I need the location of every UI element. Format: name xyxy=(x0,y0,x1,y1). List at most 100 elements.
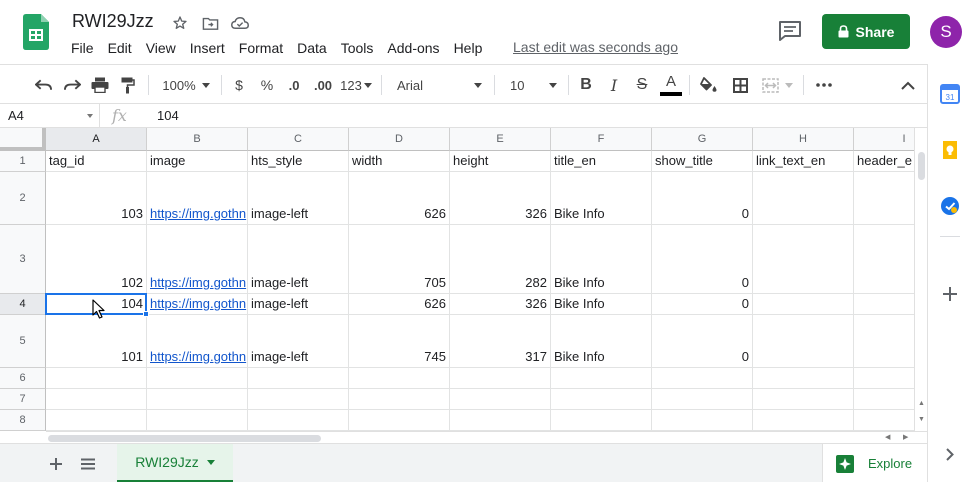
column-header-e[interactable]: E xyxy=(450,128,551,151)
percent-format-button[interactable]: % xyxy=(257,73,277,97)
fill-color-icon[interactable] xyxy=(698,73,720,97)
column-header-i[interactable]: I xyxy=(854,128,914,151)
cell-a8[interactable] xyxy=(46,410,147,431)
cell-d3[interactable]: 705 xyxy=(349,225,450,294)
cell-f8[interactable] xyxy=(551,410,652,431)
add-addon-icon[interactable] xyxy=(938,282,962,306)
cloud-saved-icon[interactable] xyxy=(228,12,252,34)
cell-d2[interactable]: 626 xyxy=(349,172,450,225)
column-header-c[interactable]: C xyxy=(248,128,349,151)
move-to-folder-icon[interactable] xyxy=(198,12,222,34)
collapse-icon[interactable] xyxy=(897,73,919,97)
horizontal-scrollbar[interactable]: ◀ ▶ xyxy=(46,431,927,443)
cell-e4[interactable]: 326 xyxy=(450,294,551,315)
cell-g2[interactable]: 0 xyxy=(652,172,753,225)
cell-value[interactable]: https://img.gothn xyxy=(150,296,246,311)
cell-e2[interactable]: 326 xyxy=(450,172,551,225)
cell-g4[interactable]: 0 xyxy=(652,294,753,315)
row-header-6[interactable]: 6 xyxy=(0,368,46,389)
cell-d1[interactable]: width xyxy=(349,151,450,172)
cell-d6[interactable] xyxy=(349,368,450,389)
paint-format-icon[interactable] xyxy=(117,73,139,97)
font-size-select[interactable]: 10 xyxy=(503,73,561,97)
column-header-b[interactable]: B xyxy=(147,128,248,151)
redo-icon[interactable] xyxy=(61,73,83,97)
cell-h1[interactable]: link_text_en xyxy=(753,151,854,172)
cell-a2[interactable]: 103 xyxy=(46,172,147,225)
formula-input[interactable]: 104 xyxy=(157,108,179,123)
menu-file[interactable]: File xyxy=(64,38,101,58)
row-header-4[interactable]: 4 xyxy=(0,294,46,315)
cell-b1[interactable]: image xyxy=(147,151,248,172)
cell-c1[interactable]: hts_style xyxy=(248,151,349,172)
sheet-tab[interactable]: RWI29Jzz xyxy=(117,444,233,482)
cell-value[interactable]: https://img.gothn xyxy=(150,206,246,221)
cell-f1[interactable]: title_en xyxy=(551,151,652,172)
user-avatar[interactable]: S xyxy=(930,16,962,48)
cell-c6[interactable] xyxy=(248,368,349,389)
calendar-icon[interactable]: 31 xyxy=(938,82,962,106)
row-header-3[interactable]: 3 xyxy=(0,225,46,294)
menu-format[interactable]: Format xyxy=(232,38,290,58)
cell-i4[interactable] xyxy=(854,294,914,315)
cell-i6[interactable] xyxy=(854,368,914,389)
cell-b4[interactable]: https://img.gothn xyxy=(147,294,248,315)
cell-i8[interactable] xyxy=(854,410,914,431)
cell-e6[interactable] xyxy=(450,368,551,389)
cell-g5[interactable]: 0 xyxy=(652,315,753,368)
tasks-icon[interactable] xyxy=(938,194,962,218)
cell-f7[interactable] xyxy=(551,389,652,410)
cell-d8[interactable] xyxy=(349,410,450,431)
cell-value[interactable]: https://img.gothn xyxy=(150,275,246,290)
cell-g6[interactable] xyxy=(652,368,753,389)
bold-icon[interactable]: B xyxy=(575,73,597,97)
horizontal-scroll-thumb[interactable] xyxy=(48,435,321,442)
cell-h2[interactable] xyxy=(753,172,854,225)
menu-edit[interactable]: Edit xyxy=(101,38,139,58)
cell-i5[interactable] xyxy=(854,315,914,368)
cell-a6[interactable] xyxy=(46,368,147,389)
menu-view[interactable]: View xyxy=(139,38,183,58)
cell-d7[interactable] xyxy=(349,389,450,410)
more-icon[interactable] xyxy=(813,73,835,97)
borders-icon[interactable] xyxy=(729,73,751,97)
menu-tools[interactable]: Tools xyxy=(334,38,381,58)
sheet-tab-menu-icon[interactable] xyxy=(206,459,215,465)
row-header-1[interactable]: 1 xyxy=(0,151,46,172)
column-header-f[interactable]: F xyxy=(551,128,652,151)
spreadsheet-grid[interactable]: A B C D E F G H I 1 tag_id image hts_style width heigh… xyxy=(0,128,914,431)
more-formats-button[interactable]: 123 xyxy=(339,73,373,97)
cell-f6[interactable] xyxy=(551,368,652,389)
text-color-icon[interactable]: A xyxy=(659,73,683,97)
document-title[interactable]: RWI29Jzz xyxy=(72,11,154,32)
column-header-g[interactable]: G xyxy=(652,128,753,151)
column-header-d[interactable]: D xyxy=(349,128,450,151)
cell-h4[interactable] xyxy=(753,294,854,315)
decrease-decimals-button[interactable]: .0 xyxy=(283,73,305,97)
cell-b7[interactable] xyxy=(147,389,248,410)
cell-g7[interactable] xyxy=(652,389,753,410)
vertical-scrollbar[interactable]: ▲ ▼ xyxy=(914,128,927,431)
cell-f4[interactable]: Bike Info xyxy=(551,294,652,315)
expand-panel-icon[interactable] xyxy=(938,442,962,466)
add-sheet-icon[interactable] xyxy=(45,453,67,475)
sheets-logo-icon[interactable] xyxy=(23,14,49,50)
increase-decimals-button[interactable]: .00 xyxy=(311,73,335,97)
row-header-7[interactable]: 7 xyxy=(0,389,46,410)
cell-d5[interactable]: 745 xyxy=(349,315,450,368)
cell-e1[interactable]: height xyxy=(450,151,551,172)
italic-icon[interactable]: I xyxy=(603,73,625,97)
font-family-select[interactable]: Arial xyxy=(390,73,486,97)
cell-f3[interactable]: Bike Info xyxy=(551,225,652,294)
menu-data[interactable]: Data xyxy=(290,38,334,58)
scroll-right-arrow[interactable]: ▶ xyxy=(903,433,908,441)
explore-button[interactable]: Explore xyxy=(822,444,927,482)
scroll-down-arrow[interactable]: ▼ xyxy=(918,416,925,423)
cell-b8[interactable] xyxy=(147,410,248,431)
cell-e5[interactable]: 317 xyxy=(450,315,551,368)
row-header-5[interactable]: 5 xyxy=(0,315,46,368)
menu-insert[interactable]: Insert xyxy=(183,38,232,58)
cell-b3[interactable]: https://img.gothn xyxy=(147,225,248,294)
star-icon[interactable] xyxy=(168,12,192,34)
zoom-select[interactable]: 100% xyxy=(158,73,214,97)
